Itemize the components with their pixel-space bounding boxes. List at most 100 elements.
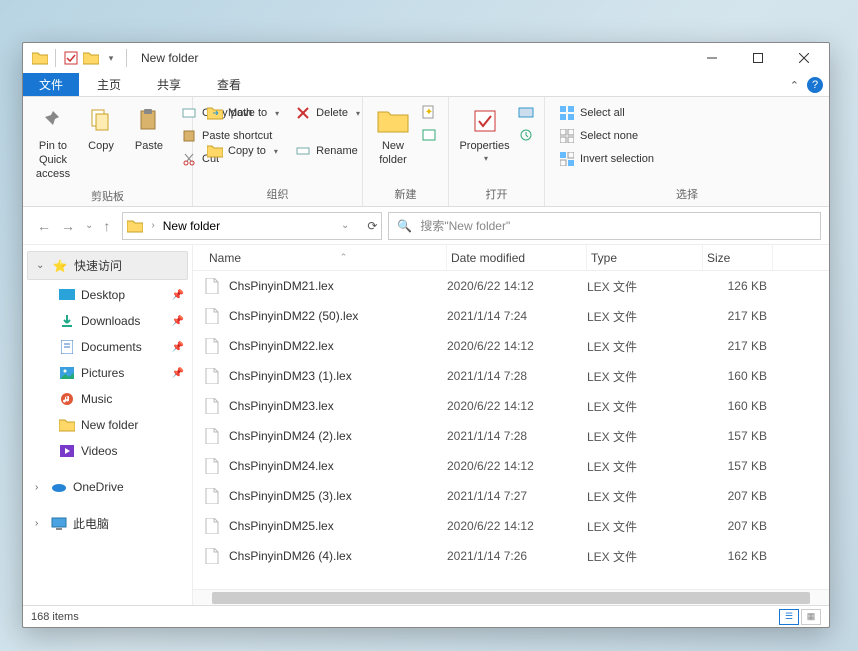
nav-recent-icon[interactable]: ⌄ bbox=[85, 220, 93, 231]
help-icon[interactable]: ? bbox=[807, 77, 823, 93]
pin-icon bbox=[37, 105, 69, 137]
sidebar-item-new-folder[interactable]: New folder bbox=[23, 412, 192, 438]
file-row[interactable]: ChsPinyinDM24.lex2020/6/22 14:12LEX 文件15… bbox=[193, 451, 829, 481]
folder-icon[interactable] bbox=[31, 49, 49, 67]
menu-tab-home[interactable]: 主页 bbox=[79, 73, 139, 96]
rename-button[interactable]: Rename bbox=[291, 141, 364, 161]
menu-tab-view[interactable]: 查看 bbox=[199, 73, 259, 96]
col-type[interactable]: Type bbox=[587, 245, 703, 270]
file-row[interactable]: ChsPinyinDM22 (50).lex2021/1/14 7:24LEX … bbox=[193, 301, 829, 331]
navbar: ← → ⌄ ↑ › New folder ⌄ ⟳ 🔍 搜索"New folder… bbox=[23, 207, 829, 245]
sidebar-item-desktop[interactable]: Desktop📌 bbox=[23, 282, 192, 308]
horizontal-scrollbar[interactable] bbox=[193, 589, 829, 605]
delete-button[interactable]: Delete▾ bbox=[291, 103, 364, 123]
file-type: LEX 文件 bbox=[587, 338, 703, 355]
new-folder-button[interactable]: New folder bbox=[369, 101, 417, 172]
properties-button[interactable]: Properties▾ bbox=[455, 101, 514, 168]
file-size: 162 KB bbox=[703, 549, 773, 563]
view-details-button[interactable]: ☰ bbox=[779, 609, 799, 625]
select-all-icon bbox=[559, 105, 575, 121]
file-date: 2021/1/14 7:26 bbox=[447, 549, 587, 563]
file-icon bbox=[205, 548, 221, 564]
delete-icon bbox=[295, 105, 311, 121]
address-bar[interactable]: › New folder ⌄ ⟳ bbox=[122, 212, 382, 240]
easy-access-icon[interactable] bbox=[421, 128, 437, 142]
group-organize: 组织 bbox=[193, 183, 362, 206]
copy-button[interactable]: Copy bbox=[77, 101, 125, 158]
file-row[interactable]: ChsPinyinDM25.lex2020/6/22 14:12LEX 文件20… bbox=[193, 511, 829, 541]
file-date: 2020/6/22 14:12 bbox=[447, 519, 587, 533]
copy-icon bbox=[85, 105, 117, 137]
file-row[interactable]: ChsPinyinDM23.lex2020/6/22 14:12LEX 文件16… bbox=[193, 391, 829, 421]
col-size[interactable]: Size bbox=[703, 245, 773, 270]
history-icon[interactable] bbox=[518, 128, 534, 142]
pin-quick-access-button[interactable]: Pin to Quick access bbox=[29, 101, 77, 185]
chevron-down-icon[interactable]: ⌄ bbox=[36, 260, 46, 271]
chevron-right-icon[interactable]: › bbox=[35, 482, 45, 493]
file-row[interactable]: ChsPinyinDM25 (3).lex2021/1/14 7:27LEX 文… bbox=[193, 481, 829, 511]
file-row[interactable]: ChsPinyinDM24 (2).lex2021/1/14 7:28LEX 文… bbox=[193, 421, 829, 451]
file-size: 207 KB bbox=[703, 519, 773, 533]
file-row[interactable]: ChsPinyinDM23 (1).lex2021/1/14 7:28LEX 文… bbox=[193, 361, 829, 391]
properties-qat-icon[interactable] bbox=[62, 49, 80, 67]
file-date: 2021/1/14 7:24 bbox=[447, 309, 587, 323]
open-icon[interactable] bbox=[518, 105, 534, 119]
copy-to-button[interactable]: Copy to▾ bbox=[203, 141, 283, 161]
file-date: 2020/6/22 14:12 bbox=[447, 399, 587, 413]
maximize-button[interactable] bbox=[735, 43, 781, 73]
titlebar[interactable]: ▾ New folder bbox=[23, 43, 829, 73]
close-button[interactable] bbox=[781, 43, 827, 73]
sidebar-this-pc[interactable]: › 此电脑 bbox=[23, 510, 192, 537]
sidebar-quick-access[interactable]: ⌄ ⭐ 快速访问 bbox=[27, 251, 188, 280]
view-large-icons-button[interactable]: ▦ bbox=[801, 609, 821, 625]
menu-file[interactable]: 文件 bbox=[23, 73, 79, 96]
move-to-icon bbox=[207, 105, 223, 121]
file-type: LEX 文件 bbox=[587, 518, 703, 535]
address-dropdown-icon[interactable]: ⌄ bbox=[341, 220, 349, 231]
file-size: 217 KB bbox=[703, 339, 773, 353]
minimize-button[interactable] bbox=[689, 43, 735, 73]
col-date[interactable]: Date modified bbox=[447, 245, 587, 270]
file-row[interactable]: ChsPinyinDM21.lex2020/6/22 14:12LEX 文件12… bbox=[193, 271, 829, 301]
move-to-button[interactable]: Move to▾ bbox=[203, 103, 283, 123]
file-icon bbox=[205, 458, 221, 474]
file-size: 160 KB bbox=[703, 369, 773, 383]
explorer-window: ▾ New folder 文件 主页 共享 查看 ⌃ ? Pin to Quic… bbox=[22, 42, 830, 628]
file-icon bbox=[205, 518, 221, 534]
file-type: LEX 文件 bbox=[587, 398, 703, 415]
qat-dropdown-icon[interactable]: ▾ bbox=[102, 49, 120, 67]
folder-qat-icon[interactable] bbox=[82, 49, 100, 67]
sidebar-item-pictures[interactable]: Pictures📌 bbox=[23, 360, 192, 386]
collapse-ribbon-icon[interactable]: ⌃ bbox=[790, 79, 799, 92]
select-none-button[interactable]: Select none bbox=[555, 126, 658, 146]
chevron-right-icon[interactable]: › bbox=[35, 518, 45, 529]
select-all-button[interactable]: Select all bbox=[555, 103, 658, 123]
paste-button[interactable]: Paste bbox=[125, 101, 173, 158]
file-date: 2021/1/14 7:28 bbox=[447, 369, 587, 383]
file-size: 126 KB bbox=[703, 279, 773, 293]
file-row[interactable]: ChsPinyinDM26 (4).lex2021/1/14 7:26LEX 文… bbox=[193, 541, 829, 571]
file-type: LEX 文件 bbox=[587, 548, 703, 565]
nav-up-icon[interactable]: ↑ bbox=[103, 218, 110, 234]
cloud-icon bbox=[51, 479, 67, 495]
new-item-icon[interactable]: ✦ bbox=[421, 105, 437, 119]
address-folder-icon bbox=[127, 219, 143, 233]
file-list: Name⌃ Date modified Type Size ChsPinyinD… bbox=[193, 245, 829, 605]
star-icon: ⭐ bbox=[52, 258, 68, 274]
sidebar-item-music[interactable]: Music bbox=[23, 386, 192, 412]
menu-tab-share[interactable]: 共享 bbox=[139, 73, 199, 96]
sidebar-item-downloads[interactable]: Downloads📌 bbox=[23, 308, 192, 334]
file-type: LEX 文件 bbox=[587, 488, 703, 505]
sidebar-onedrive[interactable]: › OneDrive bbox=[23, 474, 192, 500]
file-type: LEX 文件 bbox=[587, 278, 703, 295]
sidebar-item-videos[interactable]: Videos bbox=[23, 438, 192, 464]
search-box[interactable]: 🔍 搜索"New folder" bbox=[388, 212, 821, 240]
address-text[interactable]: New folder bbox=[163, 219, 220, 233]
file-row[interactable]: ChsPinyinDM22.lex2020/6/22 14:12LEX 文件21… bbox=[193, 331, 829, 361]
nav-forward-icon[interactable]: → bbox=[61, 218, 75, 234]
col-name[interactable]: Name⌃ bbox=[205, 245, 447, 270]
sidebar-item-documents[interactable]: Documents📌 bbox=[23, 334, 192, 360]
nav-back-icon[interactable]: ← bbox=[37, 218, 51, 234]
refresh-icon[interactable]: ⟳ bbox=[367, 219, 377, 233]
invert-selection-button[interactable]: Invert selection bbox=[555, 149, 658, 169]
